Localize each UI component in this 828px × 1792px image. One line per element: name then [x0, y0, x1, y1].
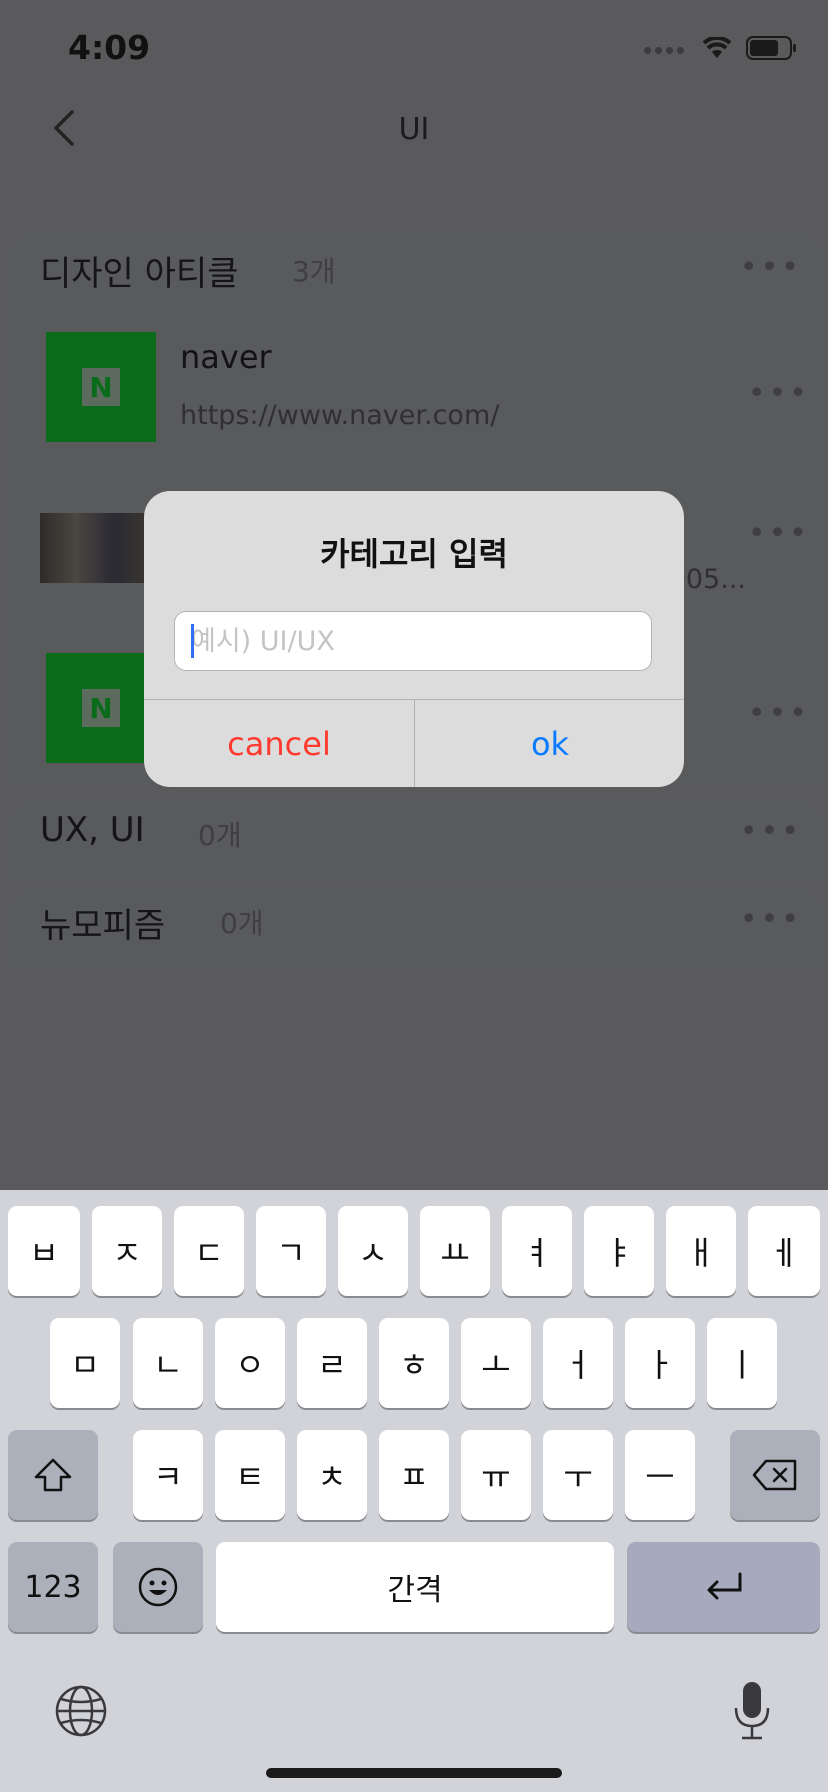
microphone-icon[interactable]: [732, 1680, 772, 1742]
korean-keyboard: ㅂ ㅈ ㄷ ㄱ ㅅ ㅛ ㅕ ㅑ ㅐ ㅔ ㅁ ㄴ ㅇ ㄹ ㅎ ㅗ ㅓ ㅏ ㅣ ㅋ …: [0, 1190, 828, 1792]
naver-logo-icon: N: [82, 368, 120, 406]
key[interactable]: ㅌ: [215, 1430, 285, 1520]
shift-key[interactable]: [8, 1430, 98, 1520]
battery-icon: [746, 36, 796, 60]
key[interactable]: ㅁ: [50, 1318, 120, 1408]
shift-arrow-icon: [34, 1458, 72, 1492]
globe-icon[interactable]: [54, 1684, 108, 1738]
ok-button[interactable]: ok: [415, 700, 684, 787]
return-arrow-icon: [707, 1572, 741, 1600]
section-title: 뉴모피즘: [40, 906, 166, 946]
key[interactable]: ㅛ: [420, 1206, 490, 1296]
category-card: 뉴모피즘 0개 •••: [6, 884, 828, 974]
key[interactable]: ㅅ: [338, 1206, 408, 1296]
key[interactable]: ㄹ: [297, 1318, 367, 1408]
key[interactable]: ㅐ: [666, 1206, 736, 1296]
nav-title: UI: [398, 112, 430, 147]
category-card: UX, UI 0개 •••: [6, 796, 828, 880]
key[interactable]: ㅗ: [461, 1318, 531, 1408]
backspace-key[interactable]: [730, 1430, 820, 1520]
naver-logo-icon: N: [82, 689, 120, 727]
status-time: 4:09: [68, 28, 151, 67]
key[interactable]: ㄱ: [256, 1206, 326, 1296]
item-title[interactable]: naver: [180, 338, 272, 376]
key[interactable]: ㅍ: [379, 1430, 449, 1520]
section-count: 0개: [220, 907, 264, 940]
item-thumbnail: N: [46, 653, 156, 763]
key[interactable]: ㅣ: [707, 1318, 777, 1408]
backspace-icon: [752, 1459, 797, 1491]
numbers-key[interactable]: 123: [8, 1542, 98, 1632]
key[interactable]: ㅎ: [379, 1318, 449, 1408]
emoji-key[interactable]: [113, 1542, 203, 1632]
item-url[interactable]: https://www.naver.com/: [180, 400, 499, 431]
item-thumbnail: N: [46, 332, 156, 442]
key[interactable]: ㄴ: [133, 1318, 203, 1408]
category-name-input[interactable]: [174, 611, 652, 671]
key[interactable]: ㅜ: [543, 1430, 613, 1520]
key[interactable]: ㅔ: [748, 1206, 820, 1296]
more-options-icon[interactable]: •••: [740, 902, 802, 937]
emoji-icon: [138, 1567, 178, 1607]
item-thumbnail-photo: [40, 513, 150, 583]
text-cursor: [191, 624, 194, 658]
more-options-icon[interactable]: •••: [748, 516, 810, 551]
section-count: 0개: [198, 819, 242, 852]
return-key[interactable]: [627, 1542, 820, 1632]
key[interactable]: ㅏ: [625, 1318, 695, 1408]
section-title: 디자인 아티클: [40, 254, 239, 294]
key[interactable]: ㅠ: [461, 1430, 531, 1520]
section-title: UX, UI: [40, 810, 145, 850]
wifi-icon: [702, 37, 732, 58]
key[interactable]: ㅋ: [133, 1430, 203, 1520]
space-key[interactable]: 간격: [216, 1542, 614, 1632]
key[interactable]: ㅕ: [502, 1206, 572, 1296]
key[interactable]: ㅓ: [543, 1318, 613, 1408]
key[interactable]: ㅈ: [92, 1206, 162, 1296]
key[interactable]: ㅑ: [584, 1206, 654, 1296]
cancel-button[interactable]: cancel: [144, 700, 414, 787]
key[interactable]: ㅡ: [625, 1430, 695, 1520]
key[interactable]: ㅇ: [215, 1318, 285, 1408]
key[interactable]: ㄷ: [174, 1206, 244, 1296]
section-count: 3개: [292, 255, 336, 288]
more-options-icon[interactable]: •••: [748, 696, 810, 731]
more-options-icon[interactable]: •••: [748, 376, 810, 411]
status-icons: [644, 36, 798, 60]
key[interactable]: ㅂ: [8, 1206, 80, 1296]
more-options-icon[interactable]: •••: [740, 814, 802, 849]
key[interactable]: ㅊ: [297, 1430, 367, 1520]
category-input-dialog: 카테고리 입력 cancel ok: [144, 491, 684, 787]
cellular-signal-icon: [644, 39, 688, 58]
home-indicator[interactable]: [266, 1768, 562, 1778]
more-options-icon[interactable]: •••: [740, 250, 802, 285]
dialog-title: 카테고리 입력: [320, 535, 508, 573]
